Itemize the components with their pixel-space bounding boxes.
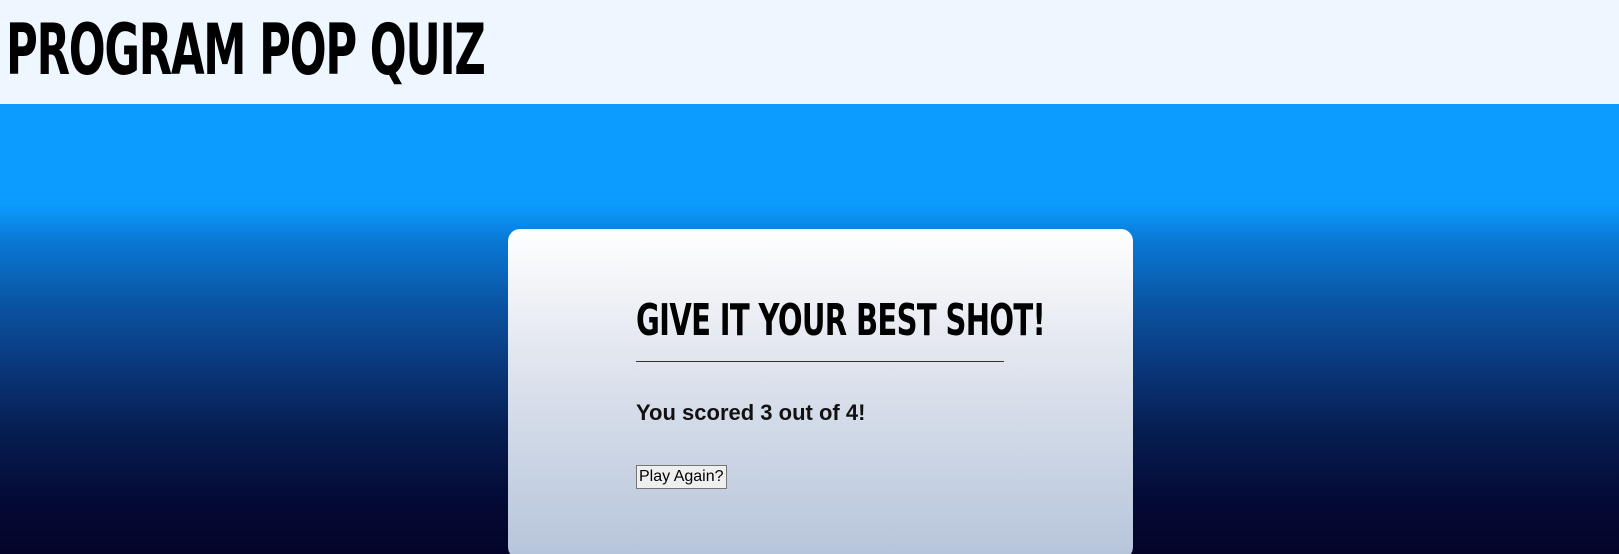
score-text: You scored 3 out of 4!: [636, 400, 866, 425]
page-header: PROGRAM POP QUIZ: [0, 0, 1619, 104]
quiz-result-card: GIVE IT YOUR BEST SHOT! You scored 3 out…: [508, 229, 1133, 554]
play-again-button[interactable]: Play Again?: [636, 465, 727, 489]
heading-divider: [636, 361, 1004, 362]
app-title: PROGRAM POP QUIZ: [6, 9, 486, 91]
card-content: GIVE IT YOUR BEST SHOT! You scored 3 out…: [636, 293, 1046, 489]
card-heading: GIVE IT YOUR BEST SHOT!: [636, 295, 1046, 346]
